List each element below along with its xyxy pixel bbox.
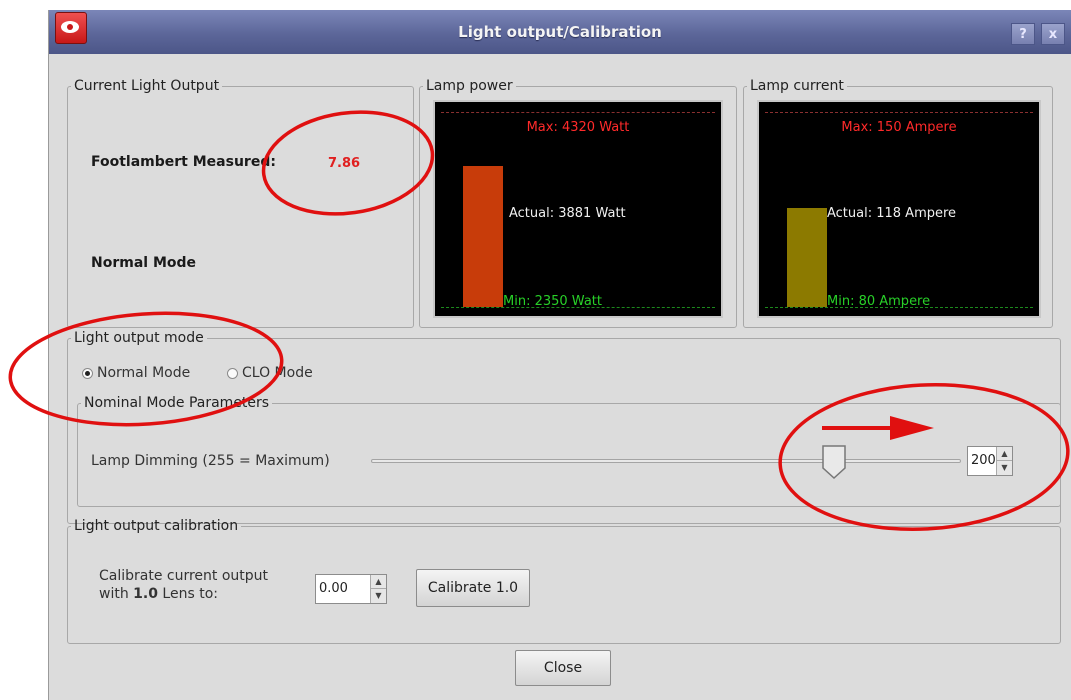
lamp-power-max-text: Max: 4320 Watt: [526, 120, 630, 135]
lamp-power-legend: Lamp power: [426, 78, 513, 94]
close-window-button[interactable]: x: [1041, 23, 1065, 45]
normal-mode-label[interactable]: Normal Mode: [97, 365, 190, 381]
spin-down-icon[interactable]: ▼: [997, 461, 1012, 475]
normal-mode-radio[interactable]: [82, 368, 93, 379]
calibration-value-spinbox[interactable]: 0.00 ▲ ▼: [315, 574, 387, 604]
lamp-power-bar: [463, 166, 503, 307]
light-output-calibration-dialog: Light output/Calibration ? x Current Lig…: [48, 10, 1071, 700]
spin-up-icon[interactable]: ▲: [997, 447, 1012, 461]
light-output-mode-legend: Light output mode: [74, 330, 204, 346]
lamp-dimming-label: Lamp Dimming (255 = Maximum): [91, 453, 330, 469]
close-button[interactable]: Close: [515, 650, 611, 686]
clo-mode-radio[interactable]: [227, 368, 238, 379]
lamp-power-min-text: Min: 2350 Watt: [503, 294, 602, 309]
calibrate-label-line2: with 1.0 Lens to:: [99, 585, 268, 603]
lamp-current-legend: Lamp current: [750, 78, 844, 94]
title-bar[interactable]: Light output/Calibration ? x: [49, 10, 1071, 54]
lamp-current-min-text: Min: 80 Ampere: [827, 294, 931, 309]
spin-up-icon[interactable]: ▲: [371, 575, 386, 589]
lamp-dimming-spinbox[interactable]: 200 ▲ ▼: [967, 446, 1013, 476]
calibrate-button[interactable]: Calibrate 1.0: [416, 569, 530, 607]
calibrate-label-prefix: with: [99, 586, 134, 602]
calibrate-label-lens: 1.0: [133, 586, 158, 602]
nominal-mode-parameters-group: Nominal Mode Parameters: [77, 395, 1061, 507]
lamp-dimming-value[interactable]: 200: [971, 453, 996, 468]
light-output-calibration-legend: Light output calibration: [74, 518, 239, 534]
lamp-dimming-slider-thumb[interactable]: [820, 444, 848, 480]
current-mode-label: Normal Mode: [91, 255, 197, 271]
current-light-output-group: Current Light Output: [67, 78, 414, 328]
lamp-current-gauge: Max: 150 Ampere Actual: 118 Ampere Min: …: [757, 100, 1041, 318]
current-light-output-legend: Current Light Output: [74, 78, 220, 94]
lamp-current-max-text: Max: 150 Ampere: [841, 120, 957, 135]
footlambert-value: 7.86: [328, 156, 361, 171]
lamp-current-bar: [787, 208, 827, 307]
footlambert-label: Footlambert Measured:: [91, 154, 276, 170]
clo-mode-label[interactable]: CLO Mode: [242, 365, 313, 381]
lamp-current-actual-text: Actual: 118 Ampere: [827, 206, 957, 221]
calibrate-label-line1: Calibrate current output: [99, 568, 269, 584]
lamp-dimming-slider-track[interactable]: [371, 459, 961, 463]
calibrate-label-suffix: Lens to:: [157, 586, 218, 602]
calibration-value[interactable]: 0.00: [319, 581, 348, 596]
help-button[interactable]: ?: [1011, 23, 1035, 45]
calibration-spin-arrows[interactable]: ▲ ▼: [370, 575, 386, 603]
lamp-dimming-spin-arrows[interactable]: ▲ ▼: [996, 447, 1012, 475]
max-line: [441, 112, 715, 113]
spin-down-icon[interactable]: ▼: [371, 589, 386, 603]
window-title: Light output/Calibration: [458, 23, 662, 41]
max-line: [765, 112, 1033, 113]
nominal-mode-parameters-legend: Nominal Mode Parameters: [84, 395, 270, 411]
calibrate-label: Calibrate current output with 1.0 Lens t…: [99, 567, 268, 603]
lamp-power-actual-text: Actual: 3881 Watt: [509, 206, 626, 221]
lamp-power-gauge: Max: 4320 Watt Actual: 3881 Watt Min: 23…: [433, 100, 723, 318]
